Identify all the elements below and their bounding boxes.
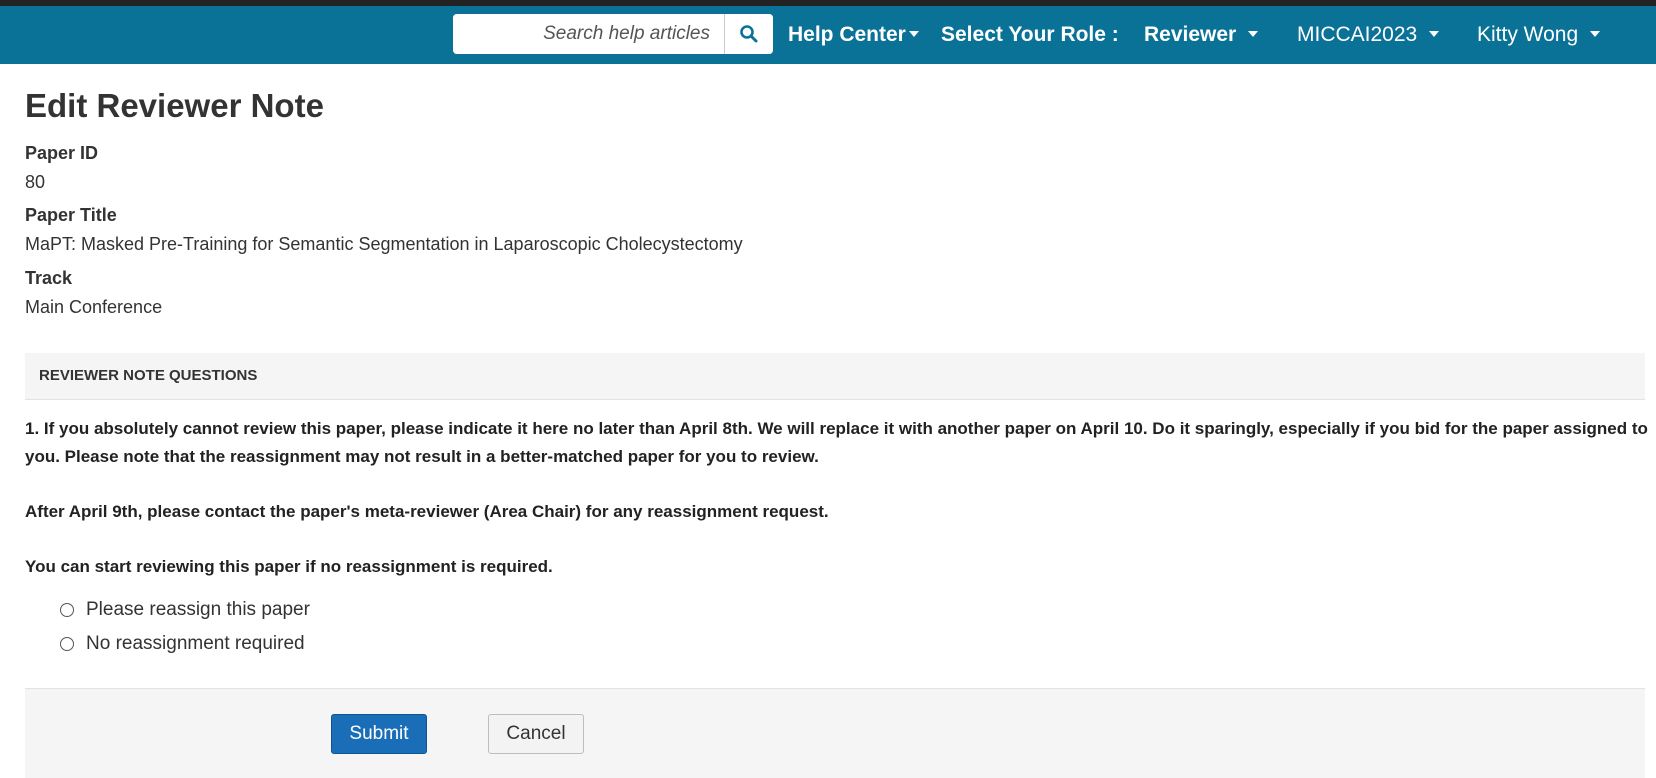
help-center-label: Help Center (788, 23, 906, 46)
main-content: Edit Reviewer Note Paper ID 80 Paper Tit… (25, 64, 1645, 319)
radio-option-reassign[interactable]: Please reassign this paper (60, 599, 310, 621)
radio-button[interactable] (60, 637, 74, 651)
role-menu[interactable]: Reviewer (1144, 22, 1259, 48)
help-center-menu[interactable]: Help Center (788, 22, 919, 48)
cancel-button[interactable]: Cancel (488, 714, 584, 754)
question-1: 1. If you absolutely cannot review this … (25, 415, 1650, 608)
chevron-down-icon (1590, 30, 1601, 37)
track-section: Track Main Conference (25, 266, 1645, 319)
conference-menu[interactable]: MICCAI2023 (1297, 22, 1440, 48)
question-text: 1. If you absolutely cannot review this … (25, 419, 1648, 466)
track-label: Track (25, 268, 73, 288)
paper-id-value: 80 (25, 172, 46, 192)
form-actions: Submit Cancel (25, 688, 1645, 778)
chevron-down-icon (1429, 30, 1440, 37)
radio-label: Please reassign this paper (86, 599, 310, 620)
question-note: After April 9th, please contact the pape… (25, 502, 829, 521)
search-button[interactable] (724, 14, 773, 54)
top-navbar: Help Center Select Your Role : Reviewer … (0, 0, 1656, 64)
submit-button[interactable]: Submit (331, 714, 427, 754)
paper-title-value: MaPT: Masked Pre-Training for Semantic S… (25, 234, 743, 254)
select-role-label: Select Your Role : (941, 23, 1119, 46)
user-name: Kitty Wong (1477, 23, 1579, 46)
track-value: Main Conference (25, 297, 163, 317)
search-input[interactable] (453, 14, 724, 54)
chevron-down-icon (1248, 30, 1259, 37)
paper-id-label: Paper ID (25, 143, 99, 163)
radio-label: No reassignment required (86, 633, 305, 654)
paper-title-label: Paper Title (25, 205, 117, 225)
page-title: Edit Reviewer Note (25, 87, 324, 124)
search-icon (740, 25, 758, 43)
radio-option-no-reassign[interactable]: No reassignment required (60, 633, 305, 655)
search-box (453, 14, 773, 54)
paper-id-section: Paper ID 80 (25, 141, 1645, 194)
radio-button[interactable] (60, 603, 74, 617)
question-instruction: You can start reviewing this paper if no… (25, 557, 553, 576)
paper-title-section: Paper Title MaPT: Masked Pre-Training fo… (25, 203, 1645, 256)
user-menu[interactable]: Kitty Wong (1477, 22, 1601, 48)
chevron-down-icon (908, 30, 919, 37)
reviewer-note-questions-header: REVIEWER NOTE QUESTIONS (25, 353, 1645, 400)
conference-label: MICCAI2023 (1297, 23, 1418, 46)
role-label: Reviewer (1144, 23, 1237, 46)
